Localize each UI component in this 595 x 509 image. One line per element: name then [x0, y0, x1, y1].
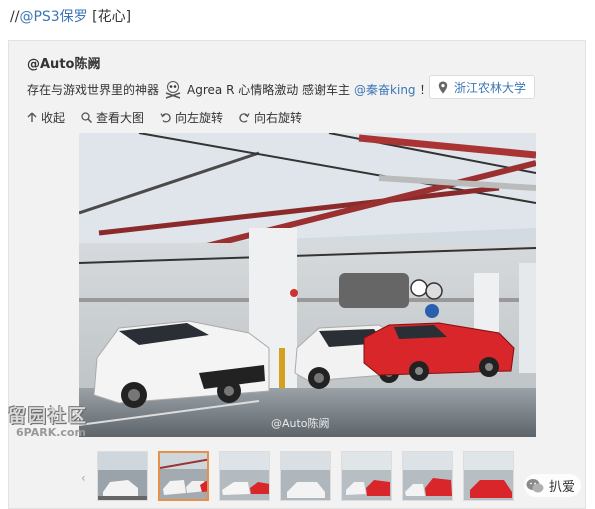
location-pin-icon	[438, 81, 448, 93]
post-mention-link[interactable]: @秦奋king	[354, 81, 416, 98]
wechat-icon	[526, 478, 544, 492]
view-large-button[interactable]: 查看大图	[81, 109, 144, 126]
photo-watermark: @Auto陈阙	[271, 417, 330, 430]
rotate-left-label: 向左旋转	[175, 111, 224, 125]
garage-photo	[79, 133, 536, 437]
magnifier-icon	[81, 112, 93, 123]
image-toolbar: 收起 查看大图 向左旋转 向右旋转	[27, 109, 302, 126]
original-post-card: @Auto陈阙 存在与游戏世界里的神器 Agrea R 心情略激动 感谢车主 @秦…	[8, 40, 586, 509]
rotate-right-button[interactable]: 向右旋转	[239, 109, 302, 126]
thumbnail-image	[98, 452, 147, 500]
post-text-after: Agrea R 心情略激动 感谢车主	[187, 82, 351, 97]
rotate-right-label: 向右旋转	[254, 111, 303, 125]
post-author[interactable]: @Auto陈阙	[27, 53, 100, 72]
thumbnail-7[interactable]	[463, 451, 514, 501]
thumbnail-strip	[85, 451, 555, 503]
arrow-up-icon	[27, 112, 37, 122]
thumbnail-image	[464, 452, 513, 500]
thumbnail-image	[281, 452, 330, 500]
post-text: 存在与游戏世界里的神器 Agrea R 心情略激动 感谢车主 @秦奋king ！	[27, 79, 432, 99]
site-url: 6PARK.com	[16, 426, 86, 439]
site-logo: 留园社区	[8, 406, 88, 427]
rotate-right-icon	[239, 113, 250, 123]
collapse-label: 收起	[41, 111, 66, 125]
location-label: 浙江农林大学	[454, 80, 527, 95]
location-tag[interactable]: 浙江农林大学	[429, 75, 536, 99]
repost-emoji: [花心]	[87, 9, 132, 25]
wechat-account-name: 扒爱	[549, 480, 576, 495]
thumbnail-4[interactable]	[280, 451, 331, 501]
rotate-left-button[interactable]: 向左旋转	[160, 109, 223, 126]
thumbnail-3[interactable]	[219, 451, 270, 501]
thumbnail-image	[160, 453, 207, 499]
thumbnail-5[interactable]	[341, 451, 392, 501]
view-large-label: 查看大图	[96, 111, 145, 125]
skull-crossbones-icon	[165, 81, 181, 99]
thumbnail-2-selected[interactable]	[158, 451, 209, 501]
thumbnail-image	[342, 452, 391, 500]
collapse-button[interactable]: 收起	[27, 109, 65, 126]
rotate-left-icon	[160, 113, 171, 123]
repost-line: //@PS3保罗 [花心]	[10, 6, 131, 26]
thumbnail-6[interactable]	[402, 451, 453, 501]
chevron-left-icon[interactable]: ‹	[81, 471, 86, 485]
thumbnail-image	[403, 452, 452, 500]
repost-mention-link[interactable]: @PS3保罗	[19, 9, 87, 25]
post-text-before: 存在与游戏世界里的神器	[27, 82, 160, 97]
main-photo[interactable]: @Auto陈阙	[79, 133, 536, 437]
wechat-account-badge: 扒爱	[524, 474, 582, 497]
thumbnail-1[interactable]	[97, 451, 148, 501]
thumbnail-image	[220, 452, 269, 500]
